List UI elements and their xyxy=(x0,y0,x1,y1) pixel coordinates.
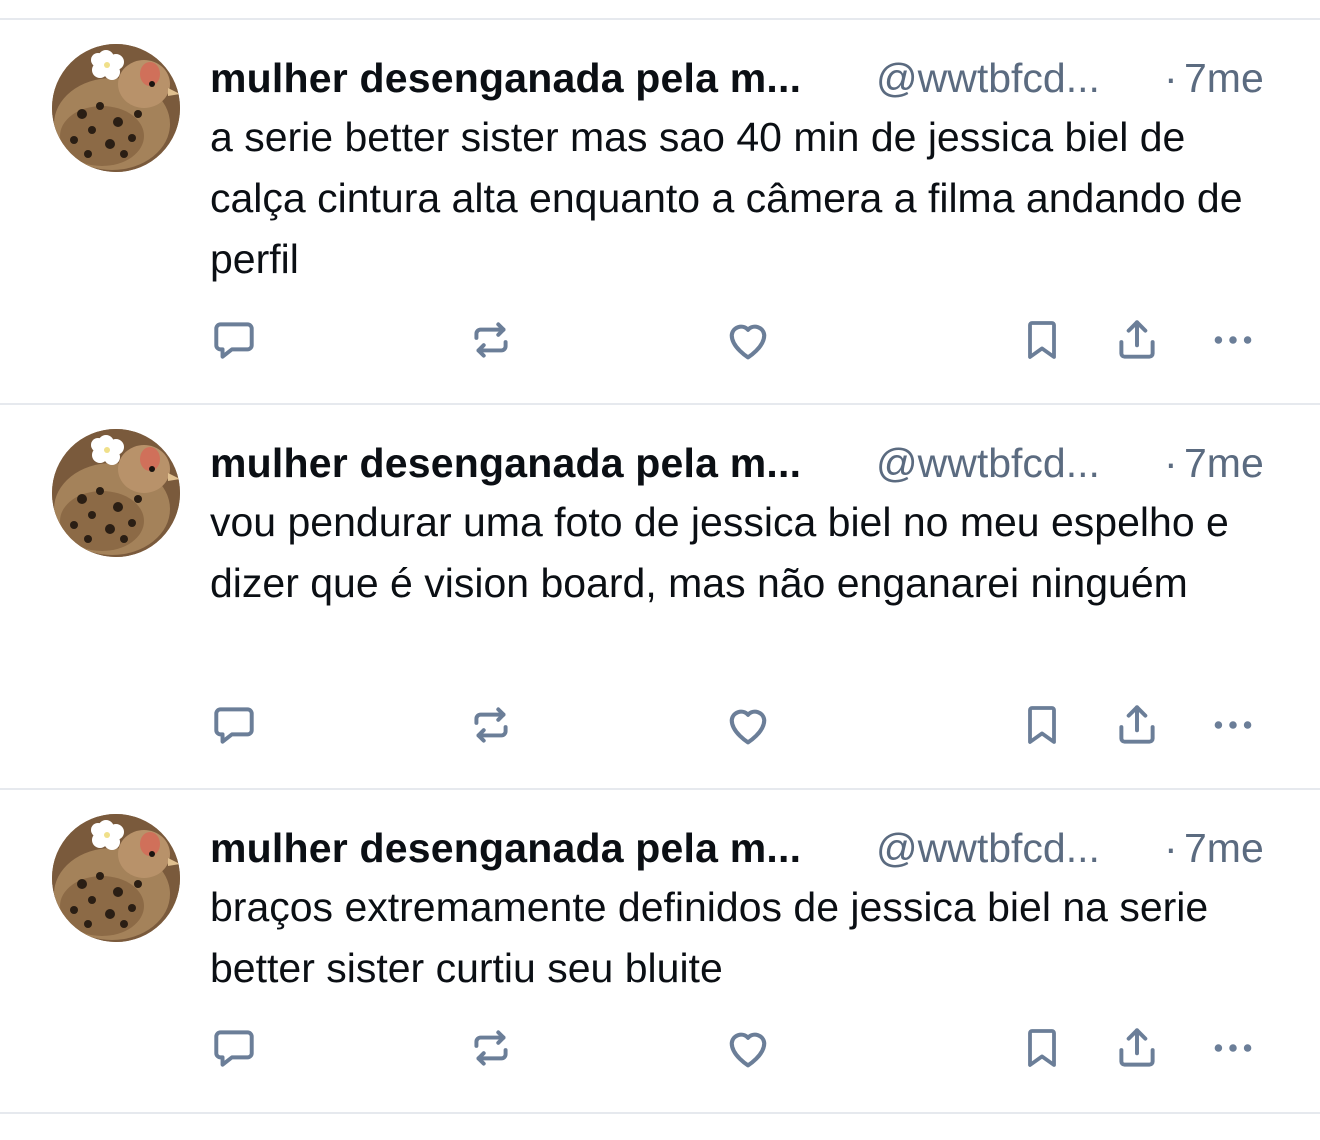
post-text: a serie better sister mas sao 40 min de … xyxy=(210,114,1243,282)
post-feed: mulher desenganada pela m... @wwtbfcd...… xyxy=(0,0,1320,1140)
post[interactable]: mulher desenganada pela m... @wwtbfcd...… xyxy=(0,790,1320,1112)
post[interactable]: mulher desenganada pela m... @wwtbfcd...… xyxy=(0,405,1320,787)
share-icon xyxy=(1119,1028,1155,1067)
avatar[interactable] xyxy=(52,44,180,172)
bird-avatar-icon xyxy=(52,429,180,557)
post-actions xyxy=(0,695,1320,755)
author-name[interactable]: mulher desenganada pela m... xyxy=(210,818,801,878)
reply-button[interactable] xyxy=(204,1018,264,1078)
header-separator: · xyxy=(1164,825,1178,871)
bird-avatar-icon xyxy=(52,814,180,942)
repost-icon xyxy=(474,707,508,743)
post[interactable]: mulher desenganada pela m... @wwtbfcd...… xyxy=(0,20,1320,402)
post-header: mulher desenganada pela m... @wwtbfcd...… xyxy=(210,433,1290,493)
post-timestamp[interactable]: 7me xyxy=(1184,433,1264,493)
like-icon xyxy=(729,709,767,745)
bookmark-button[interactable] xyxy=(1012,695,1072,755)
share-icon xyxy=(1119,320,1155,359)
post-header: mulher desenganada pela m... @wwtbfcd...… xyxy=(210,818,1290,878)
bird-avatar-icon xyxy=(52,44,180,172)
avatar[interactable] xyxy=(52,814,180,942)
reply-button[interactable] xyxy=(204,310,264,370)
share-button[interactable] xyxy=(1107,310,1167,370)
more-icon xyxy=(1214,336,1252,344)
repost-button[interactable] xyxy=(461,310,521,370)
post-timestamp[interactable]: 7me xyxy=(1184,48,1264,108)
like-icon xyxy=(729,1032,767,1068)
like-icon xyxy=(729,324,767,360)
repost-icon xyxy=(474,1030,508,1066)
post-text: braços extremamente definidos de jessica… xyxy=(210,884,1209,991)
avatar[interactable] xyxy=(52,429,180,557)
header-separator: · xyxy=(1164,55,1178,101)
more-button[interactable] xyxy=(1203,695,1263,755)
more-icon xyxy=(1214,1044,1252,1052)
repost-button[interactable] xyxy=(461,695,521,755)
bookmark-icon xyxy=(1028,706,1056,744)
bookmark-icon xyxy=(1028,321,1056,359)
author-handle[interactable]: @wwtbfcd... xyxy=(876,48,1100,108)
like-button[interactable] xyxy=(718,1018,778,1078)
author-handle[interactable]: @wwtbfcd... xyxy=(876,433,1100,493)
reply-icon xyxy=(214,322,254,359)
reply-button[interactable] xyxy=(204,695,264,755)
reply-icon xyxy=(214,707,254,744)
repost-button[interactable] xyxy=(461,1018,521,1078)
author-name[interactable]: mulher desenganada pela m... xyxy=(210,48,801,108)
post-header: mulher desenganada pela m... @wwtbfcd...… xyxy=(210,48,1290,108)
share-button[interactable] xyxy=(1107,695,1167,755)
author-handle[interactable]: @wwtbfcd... xyxy=(876,818,1100,878)
post-actions xyxy=(0,1018,1320,1078)
author-name[interactable]: mulher desenganada pela m... xyxy=(210,433,801,493)
reply-icon xyxy=(214,1030,254,1067)
post-timestamp[interactable]: 7me xyxy=(1184,818,1264,878)
bookmark-button[interactable] xyxy=(1012,310,1072,370)
header-separator: · xyxy=(1164,440,1178,486)
like-button[interactable] xyxy=(718,310,778,370)
more-icon xyxy=(1214,721,1252,729)
post-text: vou pendurar uma foto de jessica biel no… xyxy=(210,499,1229,606)
more-button[interactable] xyxy=(1203,1018,1263,1078)
repost-icon xyxy=(474,322,508,358)
share-icon xyxy=(1119,705,1155,744)
post-actions xyxy=(0,310,1320,370)
share-button[interactable] xyxy=(1107,1018,1167,1078)
more-button[interactable] xyxy=(1203,310,1263,370)
divider xyxy=(0,1112,1320,1114)
bookmark-icon xyxy=(1028,1029,1056,1067)
bookmark-button[interactable] xyxy=(1012,1018,1072,1078)
like-button[interactable] xyxy=(718,695,778,755)
